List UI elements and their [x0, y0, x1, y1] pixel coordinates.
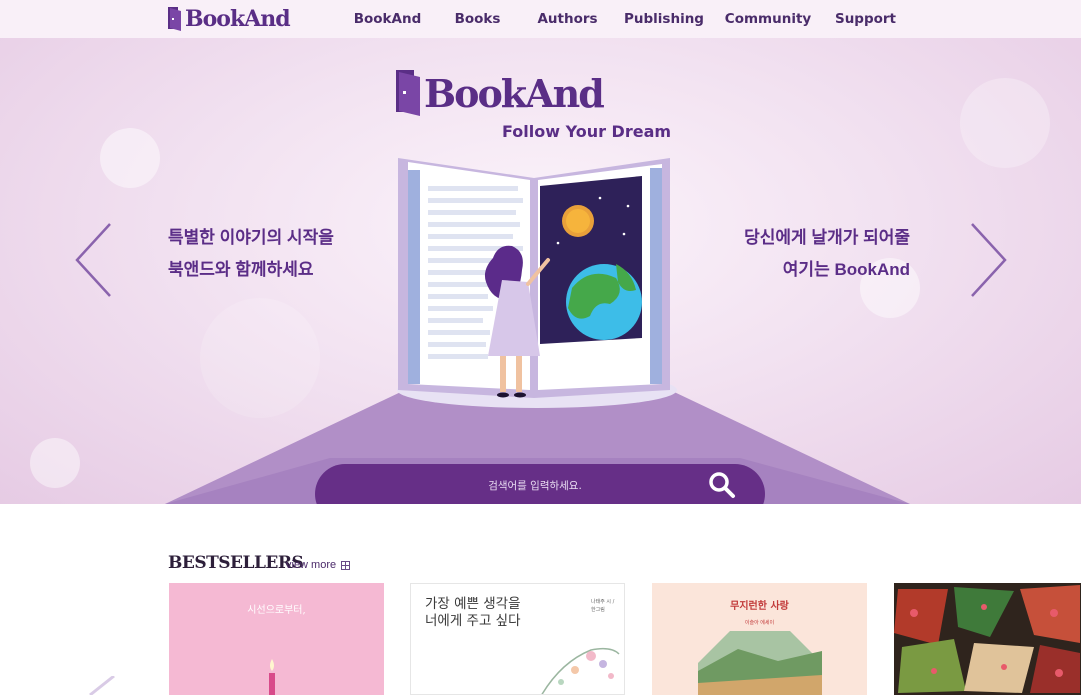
book-title: 시선으로부터,	[247, 605, 306, 616]
search-bar	[315, 464, 765, 504]
nav-item-publishing[interactable]: Publishing	[615, 11, 713, 27]
book-subtitle: 이슬아 에세이	[744, 620, 775, 626]
top-navigation: BookAnd BookAnd Books Authors Publishing…	[0, 0, 1081, 38]
view-more-link[interactable]: view more	[286, 559, 351, 571]
book-cover[interactable]: 가장 예쁜 생각을 너에게 주고 싶다 나태주 시 / 한그림	[410, 583, 625, 695]
floral-illustration	[541, 647, 620, 694]
hero-left-copy: 특별한 이야기의 시작을 북앤드와 함께하세요	[168, 222, 334, 286]
plus-icon	[341, 560, 351, 570]
book-title: 무지런한 사랑	[730, 601, 789, 612]
view-more-label: view more	[286, 559, 337, 571]
hero-logo: BookAnd	[396, 70, 605, 116]
hero-banner: BookAnd Follow Your Dream 특별한 이야기의 시작을 북…	[0, 38, 1081, 504]
book-title: 가장 예쁜 생각을 너에게 주고 싶다	[425, 596, 521, 630]
search-input[interactable]	[375, 476, 695, 496]
chevron-right-icon[interactable]	[968, 222, 1008, 298]
search-icon[interactable]	[707, 470, 737, 500]
logo-text: BookAnd	[185, 6, 291, 32]
bestsellers-title: BESTSELLERS	[168, 553, 304, 573]
chevron-left-icon[interactable]	[86, 676, 116, 695]
hero-right-line: 여기는 BookAnd	[782, 260, 910, 279]
book-cover[interactable]	[894, 583, 1081, 695]
book-cover[interactable]: 무지런한 사랑 이슬아 에세이	[652, 583, 867, 695]
book-title-line: 가장 예쁜 생각을	[425, 596, 521, 612]
nav-item-books[interactable]: Books	[435, 11, 520, 27]
door-icon	[396, 70, 420, 116]
nav-item-support[interactable]: Support	[823, 11, 908, 27]
landscape-illustration	[698, 631, 822, 695]
hero-tagline: Follow Your Dream	[502, 122, 672, 141]
hero-left-line: 북앤드와 함께하세요	[168, 260, 314, 279]
candle-illustration	[269, 659, 275, 695]
hero-right-copy: 당신에게 날개가 되어줄 여기는 BookAnd	[744, 222, 910, 286]
door-icon	[168, 7, 181, 31]
nav-item-authors[interactable]: Authors	[520, 11, 615, 27]
book-author: 나태주 시 / 한그림	[591, 599, 615, 613]
hero-left-line: 특별한 이야기의 시작을	[168, 228, 334, 247]
chevron-left-icon[interactable]	[74, 222, 114, 298]
book-cover[interactable]: 시선으로부터,	[169, 583, 384, 695]
site-logo[interactable]: BookAnd	[168, 5, 291, 33]
nav-item-bookand[interactable]: BookAnd	[340, 11, 435, 27]
stained-glass-illustration	[894, 583, 1081, 695]
main-menu: BookAnd Books Authors Publishing Communi…	[340, 0, 908, 38]
book-title-line: 너에게 주고 싶다	[425, 613, 521, 629]
hero-logo-text: BookAnd	[424, 70, 605, 116]
hero-right-line: 당신에게 날개가 되어줄	[744, 228, 910, 247]
nav-item-community[interactable]: Community	[713, 11, 823, 27]
